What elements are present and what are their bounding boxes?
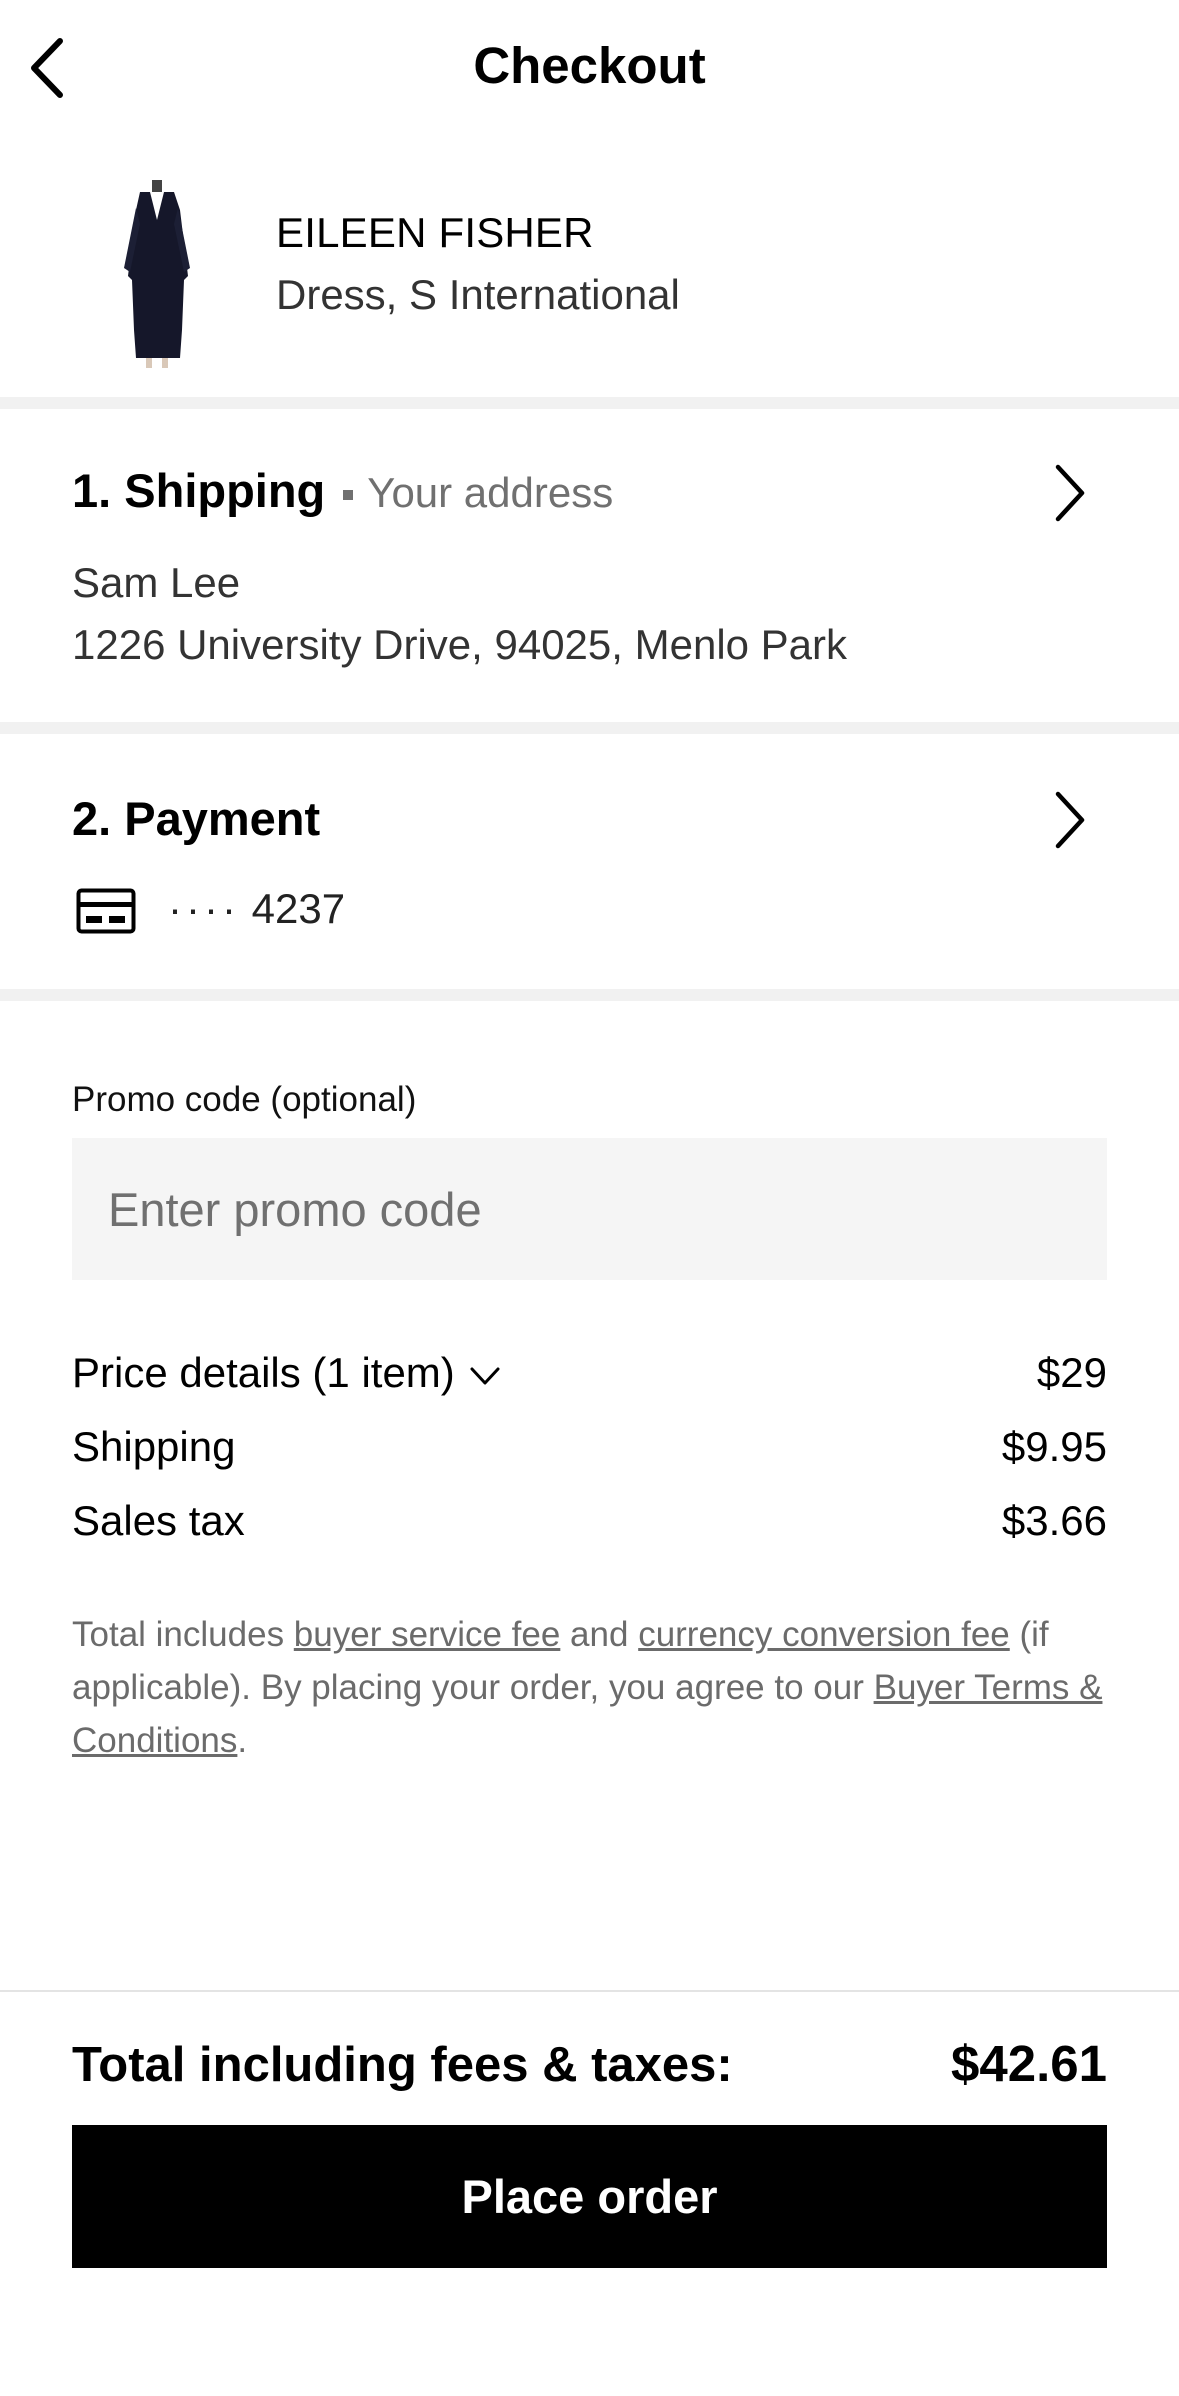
- sales-tax-row: Sales tax $3.66: [72, 1491, 1107, 1551]
- sales-tax-label: Sales tax: [72, 1497, 245, 1544]
- card-mask: ····: [168, 885, 240, 932]
- product-brand: EILEEN FISHER: [276, 209, 594, 256]
- section-divider: [0, 397, 1179, 409]
- total-label: Total including fees & taxes:: [72, 2038, 733, 2092]
- card-last4: 4237: [251, 885, 346, 932]
- legal-text: .: [237, 1721, 248, 1760]
- legal-text: and: [560, 1615, 639, 1654]
- buyer-service-fee-link[interactable]: buyer service fee: [294, 1615, 561, 1654]
- card-number: ···· 4237: [168, 884, 345, 934]
- shipping-cost-row: Shipping $9.95: [72, 1417, 1107, 1477]
- price-details-toggle[interactable]: Price details (1 item): [72, 1343, 501, 1403]
- total-value: $42.61: [951, 2035, 1107, 2092]
- price-details-row: Price details (1 item) $29: [72, 1343, 1107, 1403]
- shipping-title: 1. Shipping: [72, 464, 326, 517]
- legal-notice: Total includes buyer service fee and cur…: [72, 1608, 1112, 1767]
- shipping-section[interactable]: 1. Shipping Your address Sam Lee 1226 Uni…: [0, 409, 1179, 722]
- payment-section[interactable]: 2. Payment ···· 4237: [0, 734, 1179, 989]
- page-title: Checkout: [473, 37, 706, 94]
- shipping-subtitle: Your address: [367, 469, 614, 516]
- section-divider: [0, 989, 1179, 1001]
- shipping-recipient-name: Sam Lee: [72, 559, 241, 606]
- chevron-down-icon: [470, 1367, 500, 1385]
- legal-text: Total includes: [72, 1615, 294, 1654]
- footer-divider: [0, 1990, 1179, 1992]
- shipping-address: 1226 University Drive, 94025, Menlo Park: [72, 621, 848, 668]
- separator-dot: [343, 489, 354, 500]
- currency-conversion-fee-link[interactable]: currency conversion fee: [638, 1615, 1010, 1654]
- product-description: Dress, S International: [276, 271, 680, 318]
- chevron-right-icon: [1055, 464, 1085, 522]
- product-summary: EILEEN FISHER Dress, S International: [0, 150, 1179, 400]
- section-divider: [0, 722, 1179, 734]
- sales-tax-amount: $3.66: [1001, 1497, 1107, 1544]
- shipping-cost-label: Shipping: [72, 1423, 236, 1470]
- shipping-title-row: 1. Shipping Your address: [72, 463, 613, 521]
- product-image: [124, 180, 190, 368]
- shipping-cost-amount: $9.95: [1001, 1423, 1107, 1470]
- price-details-label: Price details (1 item): [72, 1349, 455, 1396]
- promo-code-input[interactable]: [72, 1138, 1107, 1280]
- promo-code-label: Promo code (optional): [72, 1080, 417, 1119]
- payment-title: 2. Payment: [72, 792, 321, 845]
- place-order-button[interactable]: Place order: [72, 2125, 1107, 2268]
- price-details-amount: $29: [1036, 1349, 1107, 1396]
- checkout-header: Checkout: [0, 0, 1179, 140]
- credit-card-icon: [76, 888, 136, 934]
- chevron-right-icon: [1055, 791, 1085, 849]
